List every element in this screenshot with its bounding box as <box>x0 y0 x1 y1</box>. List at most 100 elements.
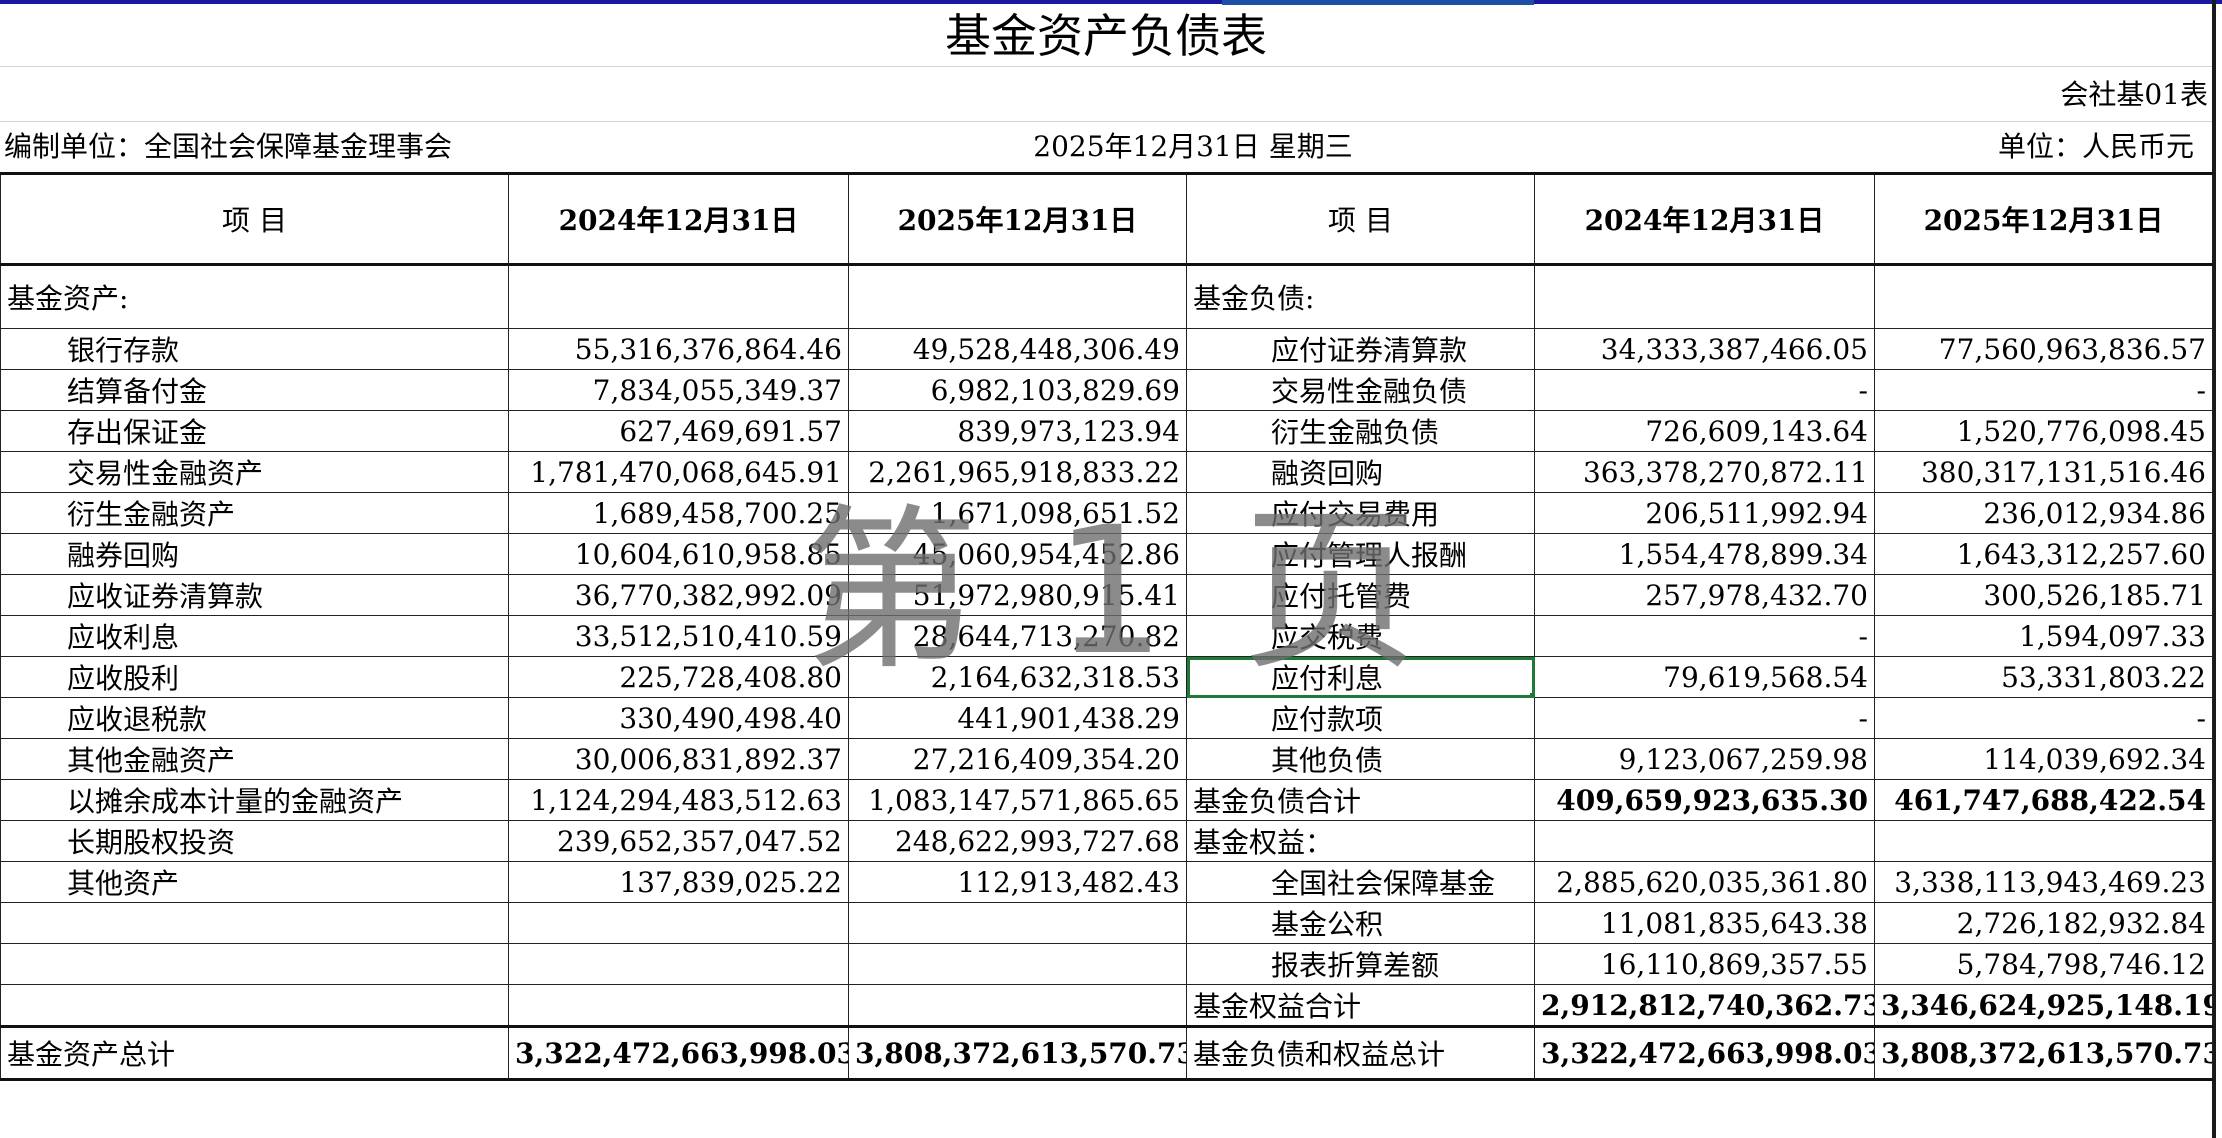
liability-2025-value[interactable]: 1,594,097.33 <box>1874 615 2213 657</box>
asset-2025-value[interactable]: 6,982,103,829.69 <box>848 369 1187 411</box>
asset-2024-value[interactable]: 55,316,376,864.46 <box>508 328 849 370</box>
total-assets-label[interactable]: 基金资产总计 <box>0 1025 509 1081</box>
asset-2025-value[interactable]: 51,972,980,915.41 <box>848 574 1187 616</box>
liability-2024-value[interactable]: 16,110,869,357.55 <box>1534 943 1875 985</box>
liability-2024-value[interactable]: - <box>1534 615 1875 657</box>
header-item-right[interactable]: 项 目 <box>1186 172 1535 266</box>
asset-item[interactable] <box>0 902 509 944</box>
liability-2024-value[interactable]: 9,123,067,259.98 <box>1534 738 1875 780</box>
asset-2025-value[interactable]: 839,973,123.94 <box>848 410 1187 452</box>
liability-equity-item[interactable]: 交易性金融负债 <box>1186 369 1535 411</box>
asset-2024-value[interactable]: 36,770,382,992.09 <box>508 574 849 616</box>
asset-item[interactable]: 交易性金融资产 <box>0 451 509 493</box>
asset-2024-value[interactable]: 137,839,025.22 <box>508 861 849 903</box>
liability-2025-value[interactable]: 236,012,934.86 <box>1874 492 2213 534</box>
asset-2024-value[interactable]: 1,124,294,483,512.63 <box>508 779 849 821</box>
liability-2024-value[interactable]: 79,619,568.54 <box>1534 656 1875 698</box>
total-liabilities-equity-2024[interactable]: 3,322,472,663,998.03 <box>1534 1025 1875 1081</box>
asset-2025-value[interactable]: 1,083,147,571,865.65 <box>848 779 1187 821</box>
cell[interactable] <box>1534 264 1875 329</box>
asset-2025-value[interactable]: 2,261,965,918,833.22 <box>848 451 1187 493</box>
liability-equity-item[interactable]: 应交税费 <box>1186 615 1535 657</box>
liability-2025-value[interactable]: 1,520,776,098.45 <box>1874 410 2213 452</box>
asset-2025-value[interactable] <box>848 943 1187 985</box>
liability-equity-item[interactable]: 融资回购 <box>1186 451 1535 493</box>
asset-2024-value[interactable]: 627,469,691.57 <box>508 410 849 452</box>
asset-2025-value[interactable]: 248,622,993,727.68 <box>848 820 1187 862</box>
liability-2025-value[interactable]: 77,560,963,836.57 <box>1874 328 2213 370</box>
asset-2025-value[interactable]: 1,671,098,651.52 <box>848 492 1187 534</box>
header-2025-left[interactable]: 2025年12月31日 <box>848 172 1187 266</box>
header-item-left[interactable]: 项 目 <box>0 172 509 266</box>
asset-2024-value[interactable]: 10,604,610,958.85 <box>508 533 849 575</box>
liability-2025-value[interactable] <box>1874 820 2213 862</box>
liability-2025-value[interactable]: 1,643,312,257.60 <box>1874 533 2213 575</box>
liability-equity-item[interactable]: 基金公积 <box>1186 902 1535 944</box>
liability-2025-value[interactable]: 3,346,624,925,148.19 <box>1874 984 2213 1027</box>
asset-2024-value[interactable]: 7,834,055,349.37 <box>508 369 849 411</box>
liability-equity-item[interactable]: 其他负债 <box>1186 738 1535 780</box>
asset-2024-value[interactable]: 330,490,498.40 <box>508 697 849 739</box>
asset-item[interactable] <box>0 943 509 985</box>
asset-2025-value[interactable]: 27,216,409,354.20 <box>848 738 1187 780</box>
liability-2024-value[interactable]: - <box>1534 369 1875 411</box>
asset-item[interactable]: 以摊余成本计量的金融资产 <box>0 779 509 821</box>
liability-2025-value[interactable]: 5,784,798,746.12 <box>1874 943 2213 985</box>
asset-2025-value[interactable]: 28,644,713,270.82 <box>848 615 1187 657</box>
header-2024-left[interactable]: 2024年12月31日 <box>508 172 849 266</box>
asset-2024-value[interactable]: 1,689,458,700.25 <box>508 492 849 534</box>
total-liabilities-equity-label[interactable]: 基金负债和权益总计 <box>1186 1025 1535 1081</box>
liability-2024-value[interactable]: 11,081,835,643.38 <box>1534 902 1875 944</box>
asset-2024-value[interactable]: 30,006,831,892.37 <box>508 738 849 780</box>
asset-2025-value[interactable]: 49,528,448,306.49 <box>848 328 1187 370</box>
asset-2024-value[interactable] <box>508 902 849 944</box>
asset-2024-value[interactable]: 33,512,510,410.59 <box>508 615 849 657</box>
liability-equity-item[interactable]: 应付托管费 <box>1186 574 1535 616</box>
total-liabilities-equity-2025[interactable]: 3,808,372,613,570.73 <box>1874 1025 2213 1081</box>
asset-item[interactable]: 应收利息 <box>0 615 509 657</box>
liability-equity-item[interactable]: 全国社会保障基金 <box>1186 861 1535 903</box>
fill-handle[interactable] <box>1530 693 1534 697</box>
liability-2024-value[interactable]: 1,554,478,899.34 <box>1534 533 1875 575</box>
liability-2024-value[interactable]: 257,978,432.70 <box>1534 574 1875 616</box>
section-liabilities-label[interactable]: 基金负债: <box>1186 264 1535 329</box>
liability-2024-value[interactable]: 363,378,270,872.11 <box>1534 451 1875 493</box>
header-2024-right[interactable]: 2024年12月31日 <box>1534 172 1875 266</box>
liability-2025-value[interactable]: 300,526,185.71 <box>1874 574 2213 616</box>
asset-item[interactable] <box>0 984 509 1027</box>
liability-2025-value[interactable]: 53,331,803.22 <box>1874 656 2213 698</box>
cell[interactable] <box>848 264 1187 329</box>
asset-item[interactable]: 融券回购 <box>0 533 509 575</box>
liability-2025-value[interactable]: - <box>1874 697 2213 739</box>
liability-2025-value[interactable]: 461,747,688,422.54 <box>1874 779 2213 821</box>
liability-2024-value[interactable]: - <box>1534 697 1875 739</box>
liability-2024-value[interactable] <box>1534 820 1875 862</box>
liability-equity-item[interactable]: 应付款项 <box>1186 697 1535 739</box>
section-assets-label[interactable]: 基金资产: <box>0 264 509 329</box>
asset-item[interactable]: 应收证券清算款 <box>0 574 509 616</box>
asset-2024-value[interactable]: 225,728,408.80 <box>508 656 849 698</box>
liability-equity-item[interactable]: 基金负债合计 <box>1186 779 1535 821</box>
asset-item[interactable]: 结算备付金 <box>0 369 509 411</box>
liability-2025-value[interactable]: 380,317,131,516.46 <box>1874 451 2213 493</box>
liability-2024-value[interactable]: 2,885,620,035,361.80 <box>1534 861 1875 903</box>
asset-2025-value[interactable]: 112,913,482.43 <box>848 861 1187 903</box>
liability-equity-item[interactable]: 应付证券清算款 <box>1186 328 1535 370</box>
asset-2025-value[interactable]: 2,164,632,318.53 <box>848 656 1187 698</box>
liability-2024-value[interactable]: 2,912,812,740,362.73 <box>1534 984 1875 1027</box>
liability-equity-item[interactable]: 基金权益合计 <box>1186 984 1535 1027</box>
liability-2024-value[interactable]: 409,659,923,635.30 <box>1534 779 1875 821</box>
liability-2024-value[interactable]: 34,333,387,466.05 <box>1534 328 1875 370</box>
asset-item[interactable]: 其他金融资产 <box>0 738 509 780</box>
cell[interactable] <box>1874 264 2213 329</box>
total-assets-2024[interactable]: 3,322,472,663,998.03 <box>508 1025 849 1081</box>
liability-equity-item[interactable]: 基金权益： <box>1186 820 1535 862</box>
asset-2024-value[interactable] <box>508 984 849 1027</box>
liability-equity-item[interactable]: 应付交易费用 <box>1186 492 1535 534</box>
asset-2025-value[interactable] <box>848 902 1187 944</box>
liability-2025-value[interactable]: 3,338,113,943,469.23 <box>1874 861 2213 903</box>
header-2025-right[interactable]: 2025年12月31日 <box>1874 172 2213 266</box>
asset-2024-value[interactable]: 1,781,470,068,645.91 <box>508 451 849 493</box>
asset-2024-value[interactable]: 239,652,357,047.52 <box>508 820 849 862</box>
asset-item[interactable]: 衍生金融资产 <box>0 492 509 534</box>
